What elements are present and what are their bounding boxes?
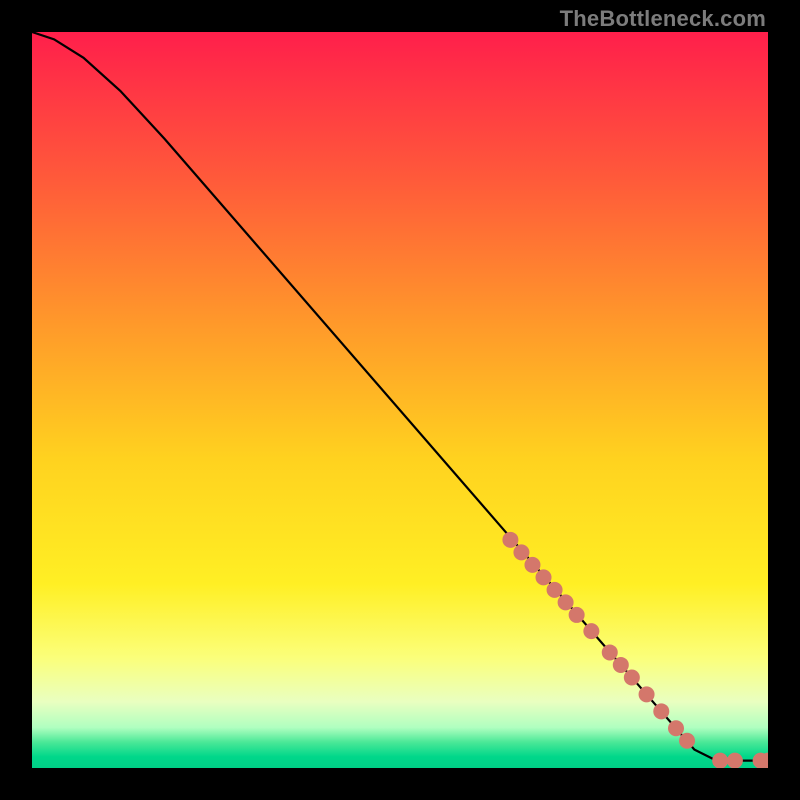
chart-frame: TheBottleneck.com [0,0,800,800]
data-marker [602,644,618,660]
data-marker [569,607,585,623]
data-marker [502,532,518,548]
plot-svg [32,32,768,768]
data-marker [653,703,669,719]
gradient-background [32,32,768,768]
watermark-label: TheBottleneck.com [560,6,766,32]
data-marker [668,720,684,736]
data-marker [583,623,599,639]
data-marker [613,657,629,673]
data-marker [547,582,563,598]
plot-area [32,32,768,768]
data-marker [536,569,552,585]
data-marker [513,544,529,560]
data-marker [524,557,540,573]
data-marker [558,594,574,610]
data-marker [639,686,655,702]
data-marker [727,753,743,768]
data-marker [624,669,640,685]
data-marker [712,753,728,768]
data-marker [679,733,695,749]
